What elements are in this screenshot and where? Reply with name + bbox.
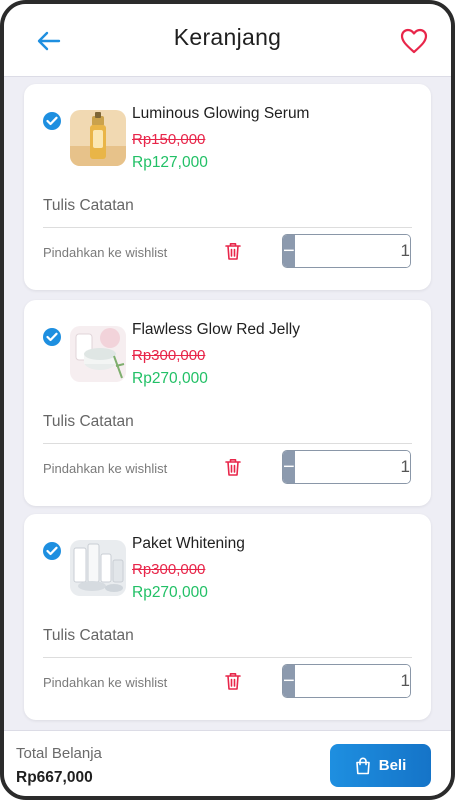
note-field[interactable]: Tulis Catatan	[43, 413, 134, 431]
quantity-stepper: − +	[282, 234, 411, 268]
phone-frame: Keranjang Luminous Glowing Serum Rp150,0…	[0, 0, 455, 800]
check-icon	[46, 116, 58, 126]
product-name[interactable]: Flawless Glow Red Jelly	[132, 321, 300, 339]
buy-button[interactable]: Beli	[330, 744, 431, 787]
divider	[43, 443, 412, 444]
item-checkbox[interactable]	[43, 542, 61, 560]
discount-price: Rp270,000	[132, 584, 208, 601]
quantity-stepper: − +	[282, 450, 411, 484]
heart-icon	[400, 28, 428, 54]
product-name[interactable]: Luminous Glowing Serum	[132, 105, 309, 123]
page-title: Keranjang	[173, 24, 282, 50]
delete-button[interactable]	[224, 241, 242, 261]
quantity-input[interactable]	[294, 665, 410, 697]
shopping-bag-icon	[355, 757, 370, 774]
check-icon	[46, 546, 58, 556]
trash-icon	[225, 673, 241, 690]
quantity-input[interactable]	[294, 451, 410, 483]
cart-item: Paket Whitening Rp300,000 Rp270,000 Tuli…	[24, 514, 431, 720]
delete-button[interactable]	[224, 671, 242, 691]
whitening-set-image	[70, 540, 126, 596]
buy-label: Beli	[378, 757, 407, 774]
note-field[interactable]: Tulis Catatan	[43, 197, 134, 215]
divider	[43, 657, 412, 658]
quantity-stepper: − +	[282, 664, 411, 698]
move-to-wishlist-link[interactable]: Pindahkan ke wishlist	[43, 245, 167, 260]
trash-icon	[225, 243, 241, 260]
decrease-qty-button[interactable]: −	[283, 235, 295, 267]
total-value: Rp667,000	[16, 769, 93, 786]
move-to-wishlist-link[interactable]: Pindahkan ke wishlist	[43, 675, 167, 690]
app-header: Keranjang	[4, 4, 451, 77]
product-image[interactable]	[70, 540, 126, 596]
check-icon	[46, 332, 58, 342]
decrease-qty-button[interactable]: −	[283, 665, 295, 697]
decrease-qty-button[interactable]: −	[283, 451, 295, 483]
move-to-wishlist-link[interactable]: Pindahkan ke wishlist	[43, 461, 167, 476]
note-field[interactable]: Tulis Catatan	[43, 627, 134, 645]
discount-price: Rp127,000	[132, 154, 208, 171]
original-price: Rp300,000	[132, 561, 206, 578]
serum-bottle-image	[70, 110, 126, 166]
original-price: Rp300,000	[132, 347, 206, 364]
total-label: Total Belanja	[16, 745, 102, 762]
jelly-jar-image	[70, 326, 126, 382]
discount-price: Rp270,000	[132, 370, 208, 387]
product-image[interactable]	[70, 110, 126, 166]
item-checkbox[interactable]	[43, 328, 61, 346]
cart-item: Flawless Glow Red Jelly Rp300,000 Rp270,…	[24, 300, 431, 506]
cart-item: Luminous Glowing Serum Rp150,000 Rp127,0…	[24, 84, 431, 290]
quantity-input[interactable]	[294, 235, 410, 267]
original-price: Rp150,000	[132, 131, 206, 148]
divider	[43, 227, 412, 228]
item-checkbox[interactable]	[43, 112, 61, 130]
delete-button[interactable]	[224, 457, 242, 477]
product-image[interactable]	[70, 326, 126, 382]
checkout-bar: Total Belanja Rp667,000 Beli	[4, 730, 451, 796]
product-name[interactable]: Paket Whitening	[132, 535, 245, 553]
trash-icon	[225, 459, 241, 476]
wishlist-button[interactable]	[399, 26, 429, 56]
